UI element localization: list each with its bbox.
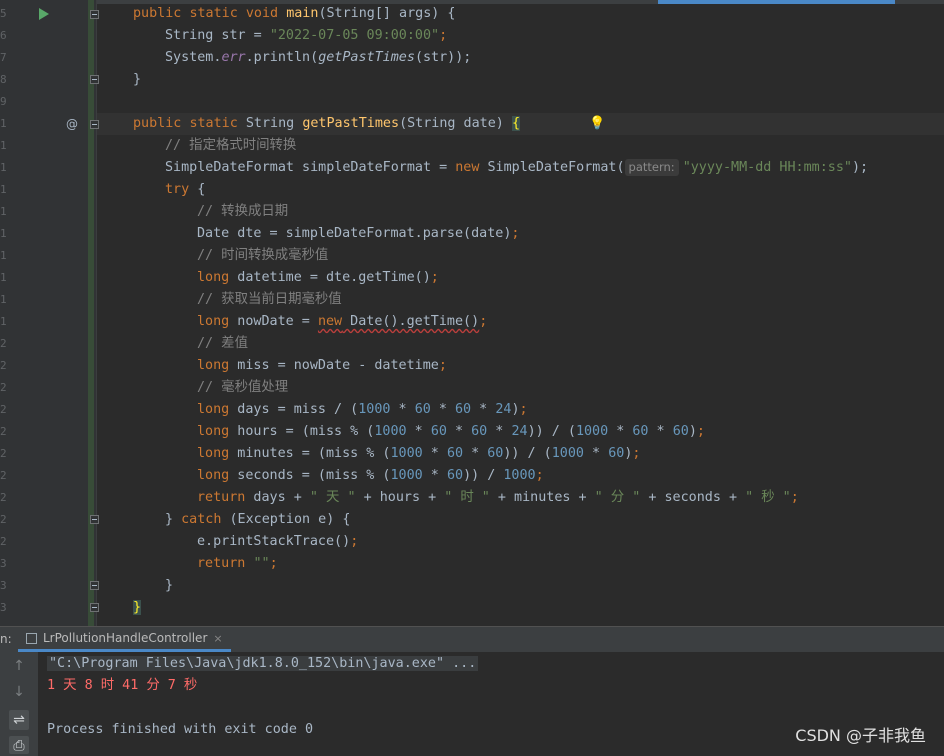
code-comment[interactable]: // 毫秒值处理	[197, 377, 288, 399]
code-line[interactable]: SimpleDateFormat simpleDateFormat = new …	[165, 157, 868, 179]
line-number: 23	[0, 403, 6, 416]
run-tab-label: LrPollutionHandleController	[43, 631, 208, 645]
code-comment[interactable]: // 差值	[197, 333, 248, 355]
line-number: 16	[0, 249, 6, 262]
code-comment[interactable]: // 转换成日期	[197, 201, 288, 223]
console-output-line: 1 天 8 时 41 分 7 秒	[47, 678, 198, 693]
line-number: 9	[0, 95, 6, 108]
code-line[interactable]: public static void main(String[] args) {	[133, 3, 456, 25]
soft-wrap-icon[interactable]: ⇌	[9, 710, 29, 730]
code-line[interactable]: long days = miss / (1000 * 60 * 60 * 24)…	[197, 399, 528, 421]
fold-toggle-icon[interactable]	[90, 581, 99, 590]
fold-toggle-icon[interactable]	[90, 120, 99, 129]
run-tab-bar: n: LrPollutionHandleController ×	[0, 626, 944, 652]
override-marker-icon[interactable]: @	[66, 113, 78, 135]
console-command-line[interactable]: "C:\Program Files\Java\jdk1.8.0_152\bin\…	[47, 653, 479, 675]
vcs-change-marker[interactable]	[88, 0, 94, 626]
fold-toggle-icon[interactable]	[90, 515, 99, 524]
watermark: CSDN @子非我鱼	[795, 726, 926, 745]
line-number: 5	[0, 7, 6, 20]
gutter-separator	[96, 0, 97, 626]
code-line[interactable]: }	[133, 597, 142, 619]
line-number: 21	[0, 359, 6, 372]
line-number: 24	[0, 425, 6, 438]
scroll-down-icon[interactable]: ↓	[9, 682, 29, 702]
line-number: 25	[0, 447, 6, 460]
line-number: 17	[0, 271, 6, 284]
line-number: 29	[0, 535, 6, 548]
scroll-up-icon[interactable]: ↑	[9, 656, 29, 676]
code-line[interactable]: } catch (Exception e) {	[165, 509, 350, 531]
line-number: 19	[0, 315, 6, 328]
run-panel[interactable]: n: LrPollutionHandleController × ↑ ↓ ⇌ ⎙…	[0, 626, 944, 756]
line-number: 20	[0, 337, 6, 350]
line-number: 31	[0, 579, 6, 592]
code-line[interactable]: public static String getPastTimes(String…	[133, 113, 520, 135]
code-comment[interactable]: // 指定格式时间转换	[165, 135, 296, 157]
editor-gutter[interactable]	[0, 0, 97, 626]
console-exit-line: Process finished with exit code 0	[47, 722, 314, 737]
code-line[interactable]: System.err.println(getPastTimes(str));	[165, 47, 471, 69]
code-editor[interactable]: 5 6 7 8 9 10 11 12 13 14 15 16 17 18 19 …	[0, 0, 944, 626]
code-line[interactable]: long nowDate = new Date().getTime();	[197, 311, 487, 333]
line-number: 8	[0, 73, 6, 86]
code-line[interactable]: }	[133, 69, 141, 91]
code-line[interactable]: e.printStackTrace();	[197, 531, 358, 553]
code-line[interactable]: Date dte = simpleDateFormat.parse(date);	[197, 223, 519, 245]
code-comment[interactable]: // 时间转换成毫秒值	[197, 245, 328, 267]
line-number: 6	[0, 29, 6, 42]
run-panel-prefix: n:	[0, 632, 12, 646]
code-line[interactable]: return "";	[197, 553, 278, 575]
run-tab[interactable]: LrPollutionHandleController ×	[18, 627, 231, 652]
line-number: 10	[0, 117, 6, 130]
line-number: 15	[0, 227, 6, 240]
fold-toggle-icon[interactable]	[90, 75, 99, 84]
line-number: 18	[0, 293, 6, 306]
line-number: 26	[0, 469, 6, 482]
code-line[interactable]: long minutes = (miss % (1000 * 60 * 60))…	[197, 443, 640, 465]
run-icon[interactable]	[39, 8, 49, 20]
line-number: 13	[0, 183, 6, 196]
code-line[interactable]: try {	[165, 179, 205, 201]
code-line[interactable]: return days + " 天 " + hours + " 时 " + mi…	[197, 487, 799, 509]
line-number: 30	[0, 557, 6, 570]
line-number: 27	[0, 491, 6, 504]
code-line[interactable]: String str = "2022-07-05 09:00:00";	[165, 25, 447, 47]
line-number: 22	[0, 381, 6, 394]
line-number: 12	[0, 161, 6, 174]
scroll-position-indicator[interactable]	[658, 0, 895, 4]
code-line[interactable]: long miss = nowDate - datetime;	[197, 355, 447, 377]
fold-toggle-icon[interactable]	[90, 10, 99, 19]
code-line[interactable]: long hours = (miss % (1000 * 60 * 60 * 2…	[197, 421, 705, 443]
fold-toggle-icon[interactable]	[90, 603, 99, 612]
line-number: 28	[0, 513, 6, 526]
parameter-hint: pattern:	[624, 159, 679, 176]
bulb-icon[interactable]: 💡	[589, 113, 605, 135]
line-number: 32	[0, 601, 6, 614]
print-icon[interactable]: ⎙	[9, 736, 29, 754]
code-line[interactable]: long seconds = (miss % (1000 * 60)) / 10…	[197, 465, 544, 487]
line-number: 14	[0, 205, 6, 218]
run-toolbar: ↑ ↓ ⇌ ⎙	[0, 652, 38, 756]
line-number: 7	[0, 51, 6, 64]
code-comment[interactable]: // 获取当前日期毫秒值	[197, 289, 342, 311]
line-number: 11	[0, 139, 6, 152]
run-config-icon	[26, 632, 37, 644]
code-line[interactable]: long datetime = dte.getTime();	[197, 267, 439, 289]
code-line[interactable]: }	[165, 575, 173, 597]
close-icon[interactable]: ×	[213, 632, 222, 645]
